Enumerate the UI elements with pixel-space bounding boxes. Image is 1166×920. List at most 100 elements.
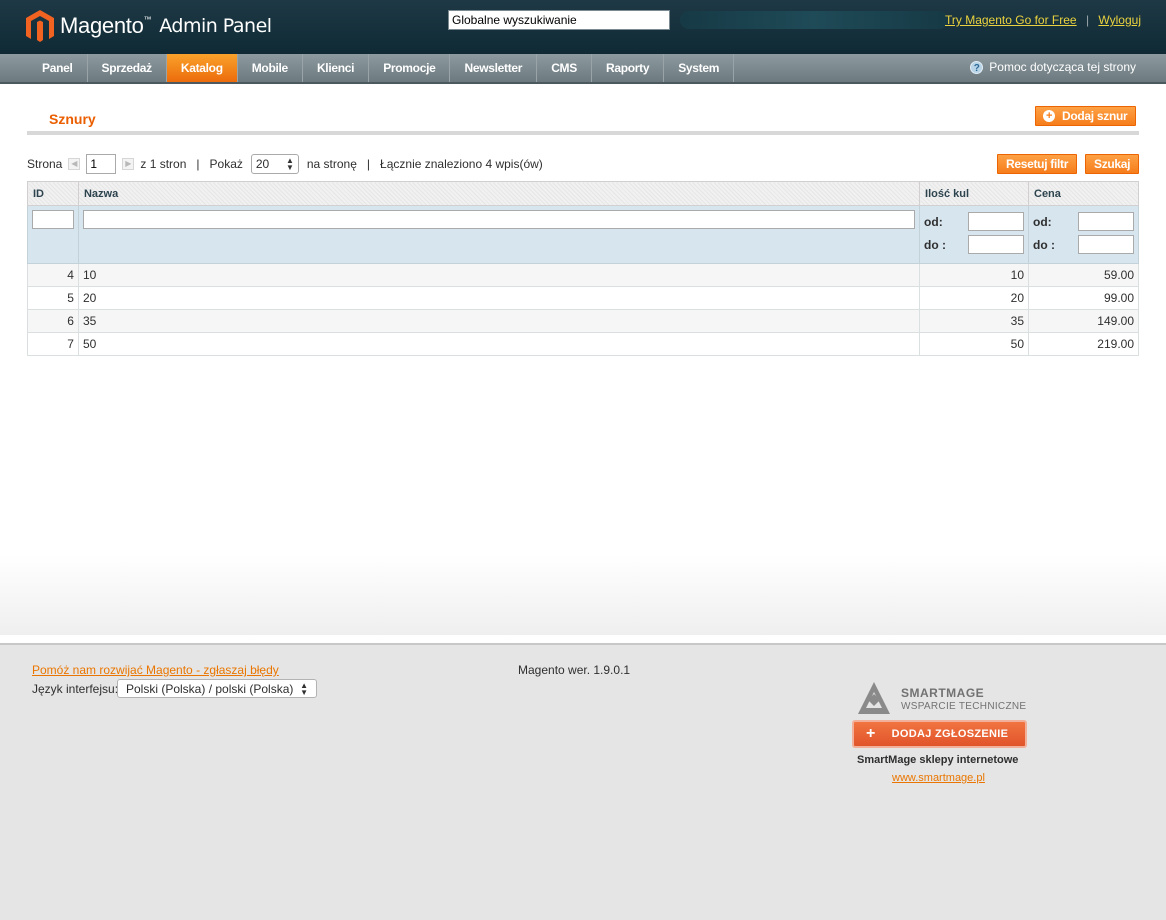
plus-icon: +	[866, 725, 876, 742]
nav-item-raporty[interactable]: Raporty	[592, 54, 665, 82]
cell-cena: 219.00	[1028, 332, 1139, 356]
cell-cena: 59.00	[1028, 263, 1139, 287]
nav-item-klienci[interactable]: Klienci	[303, 54, 370, 82]
cell-id: 4	[27, 263, 79, 287]
column-header-ilosc-kul[interactable]: Ilość kul	[919, 181, 1029, 206]
report-bugs-link[interactable]: Pomóż nam rozwijać Magento - zgłaszaj bł…	[32, 663, 279, 677]
cell-id: 7	[27, 332, 79, 356]
filter-id-input[interactable]	[32, 210, 74, 229]
brand-subtitle: Admin Panel	[159, 15, 272, 37]
main-navigation: Panel Sprzedaż Katalog Mobile Klienci Pr…	[0, 54, 1166, 84]
search-button[interactable]: Szukaj	[1085, 154, 1140, 174]
logout-link[interactable]: Wyloguj	[1098, 13, 1141, 27]
help-icon: ?	[970, 60, 984, 74]
table-row[interactable]: 4 10 10 59.00	[27, 263, 1139, 287]
pager-separator: |	[366, 157, 371, 171]
table-row[interactable]: 5 20 20 99.00	[27, 286, 1139, 310]
filter-nazwa-input[interactable]	[82, 210, 916, 229]
add-ticket-label: DODAJ ZGŁOSZENIE	[891, 728, 1009, 740]
smartmage-tagline: SmartMage sklepy internetowe	[857, 754, 1019, 766]
table-row[interactable]: 6 35 35 149.00	[27, 309, 1139, 333]
language-label: Język interfejsu:	[32, 682, 119, 696]
cell-nazwa: 10	[77, 263, 921, 287]
page-title: Sznury	[49, 111, 96, 127]
cell-nazwa: 50	[77, 332, 921, 356]
smartmage-name: SMARTMAGE	[901, 686, 985, 700]
total-records: Łącznie znaleziono 4 wpis(ów)	[380, 157, 543, 171]
range-to-label: do :	[924, 237, 947, 252]
cell-ilosc-kul: 20	[919, 286, 1029, 310]
nav-item-panel[interactable]: Panel	[28, 54, 88, 82]
add-icon: +	[1043, 110, 1055, 122]
global-search-input[interactable]	[448, 10, 670, 30]
show-label: Pokaż	[209, 157, 243, 171]
pager: Strona ◀ ▶ z 1 stron | Pokaż 20 ▲▼ na st…	[27, 154, 543, 174]
magento-logo-icon	[26, 10, 54, 42]
range-from-label: od:	[924, 214, 943, 229]
select-arrows-icon: ▲ ▼	[300, 680, 308, 697]
nav-item-sprzedaz[interactable]: Sprzedaż	[88, 54, 167, 82]
per-page-label: na stronę	[306, 157, 357, 171]
range-to-label: do :	[1033, 237, 1055, 252]
filter-cena-to: do :	[1033, 233, 1134, 256]
header-bar: Magento™ Admin Panel Try Magento Go for …	[0, 0, 1166, 54]
language-select[interactable]: Polski (Polska) / polski (Polska) ▲ ▼	[117, 679, 317, 698]
column-header-id[interactable]: ID	[27, 181, 79, 206]
cell-ilosc-kul: 10	[919, 263, 1029, 287]
next-page-icon[interactable]: ▶	[122, 158, 135, 170]
page-count: z 1 stron	[140, 157, 187, 171]
user-info-redacted	[680, 11, 948, 29]
page-help-link[interactable]: ? Pomoc dotycząca tej strony	[970, 60, 1136, 74]
content-bottom-fade	[0, 555, 1166, 635]
add-ticket-button[interactable]: + DODAJ ZGŁOSZENIE	[852, 720, 1027, 748]
nav-item-promocje[interactable]: Promocje	[369, 54, 451, 82]
cell-cena: 99.00	[1028, 286, 1139, 310]
footer	[0, 635, 1166, 920]
page-limit-select[interactable]: 20 ▲ ▼	[250, 154, 299, 174]
magento-logo[interactable]: Magento™ Admin Panel	[26, 10, 272, 42]
filter-ilosc-from: od:	[924, 210, 1024, 233]
column-header-cena[interactable]: Cena	[1028, 181, 1139, 206]
filter-ilosc-from-input[interactable]	[968, 212, 1024, 231]
grid-filter-row: od: do : od: do :	[27, 205, 1139, 264]
cell-cena: 149.00	[1028, 309, 1139, 333]
prev-page-icon[interactable]: ◀	[68, 158, 81, 170]
header-links: Try Magento Go for Free | Wyloguj	[945, 13, 1141, 27]
nav-item-cms[interactable]: CMS	[537, 54, 592, 82]
sznury-grid: ID Nazwa Ilość kul Cena od: do : od: do …	[27, 181, 1139, 356]
filter-ilosc-to-input[interactable]	[968, 235, 1024, 254]
header-separator: |	[1085, 13, 1090, 27]
add-sznur-button[interactable]: + Dodaj sznur	[1035, 106, 1137, 126]
try-magento-go-link[interactable]: Try Magento Go for Free	[945, 13, 1077, 27]
cell-ilosc-kul: 50	[919, 332, 1029, 356]
pager-separator: |	[196, 157, 200, 171]
page-limit-value: 20	[255, 157, 270, 171]
nav-item-system[interactable]: System	[664, 54, 735, 82]
page-number-input[interactable]	[86, 154, 117, 174]
filter-ilosc-to: do :	[924, 233, 1024, 256]
range-from-label: od:	[1033, 214, 1052, 229]
cell-id: 6	[27, 309, 79, 333]
brand-name: Magento™	[60, 13, 152, 38]
reset-filter-button[interactable]: Resetuj filtr	[997, 154, 1078, 174]
smartmage-subtitle: WSPARCIE TECHNICZNE	[901, 701, 1027, 712]
filter-cena-from-input[interactable]	[1078, 212, 1134, 231]
add-sznur-label: Dodaj sznur	[1062, 109, 1128, 123]
nav-menu: Panel Sprzedaż Katalog Mobile Klienci Pr…	[28, 54, 735, 82]
column-header-nazwa[interactable]: Nazwa	[77, 181, 921, 206]
language-value: Polski (Polska) / polski (Polska)	[126, 681, 294, 696]
table-row[interactable]: 7 50 50 219.00	[27, 332, 1139, 356]
magento-version: Magento wer. 1.9.0.1	[518, 663, 631, 677]
cell-ilosc-kul: 35	[919, 309, 1029, 333]
nav-item-katalog[interactable]: Katalog	[166, 54, 238, 82]
filter-cena-from: od:	[1033, 210, 1134, 233]
footer-divider	[0, 643, 1166, 645]
filter-cena-to-input[interactable]	[1078, 235, 1134, 254]
page-help-label: Pomoc dotycząca tej strony	[989, 60, 1136, 74]
smartmage-logo-icon	[858, 682, 890, 714]
nav-item-mobile[interactable]: Mobile	[238, 54, 303, 82]
title-divider	[27, 131, 1139, 135]
nav-item-newsletter[interactable]: Newsletter	[450, 54, 538, 82]
smartmage-website-link[interactable]: www.smartmage.pl	[892, 772, 985, 784]
cell-nazwa: 20	[77, 286, 921, 310]
